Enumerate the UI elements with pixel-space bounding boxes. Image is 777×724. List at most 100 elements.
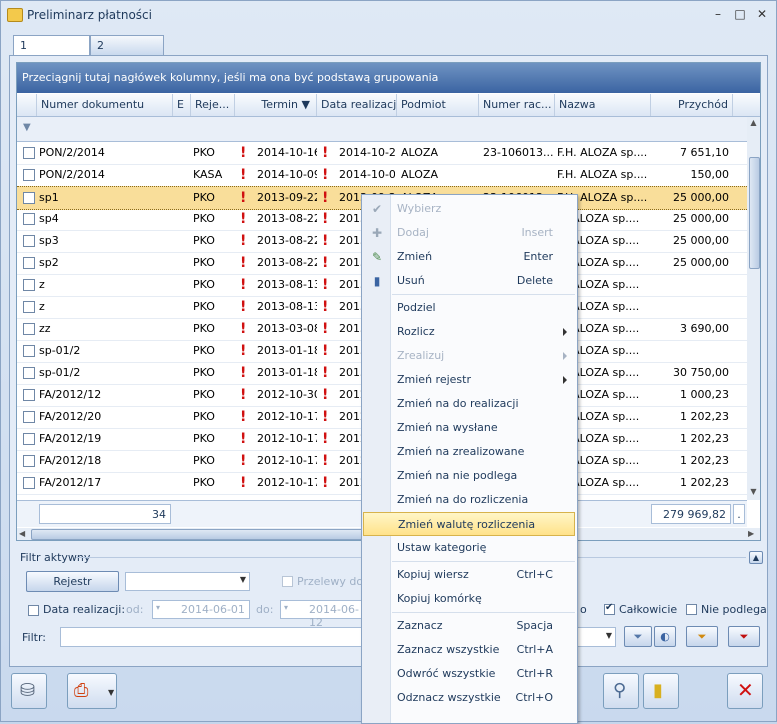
header-data-realizacji[interactable]: Data realizacji bbox=[317, 94, 397, 116]
menu-item-shortcut: Spacja bbox=[516, 619, 553, 632]
menu-item-zaznacz-wszystkie[interactable]: Zaznacz wszystkie Ctrl+A bbox=[363, 638, 575, 662]
do-date-field[interactable]: ▾ 2014-06-12 bbox=[280, 600, 370, 629]
rejestr-select[interactable]: ▼ bbox=[125, 572, 250, 591]
disk-tools-button[interactable]: ⛁ bbox=[11, 673, 47, 709]
menu-item-usuń[interactable]: ▮ Usuń Delete bbox=[363, 269, 575, 293]
row-checkbox[interactable] bbox=[23, 235, 35, 247]
row-checkbox[interactable] bbox=[23, 213, 35, 225]
app-icon bbox=[7, 8, 23, 22]
warning-icon: ! bbox=[322, 321, 329, 337]
maximize-button[interactable]: □ bbox=[730, 5, 750, 23]
menu-item-label: Zmień walutę rozliczenia bbox=[398, 518, 536, 531]
row-checkbox[interactable] bbox=[23, 147, 35, 159]
scroll-down-icon[interactable]: ▼ bbox=[748, 487, 759, 497]
header-numer-rachunku[interactable]: Numer rac... bbox=[479, 94, 555, 116]
table-row[interactable]: PON/2/2014 PKO 2014-10-16 2014-10-20 ALOZA 23… bbox=[17, 142, 747, 165]
menu-item-zaznacz[interactable]: Zaznacz Spacja bbox=[363, 614, 575, 638]
header-podmiot[interactable]: Podmiot bbox=[397, 94, 479, 116]
close-icon: ✕ bbox=[737, 678, 754, 702]
header-e[interactable]: E bbox=[173, 94, 191, 116]
menu-item-zmień-na-do-realizacji[interactable]: Zmień na do realizacji bbox=[363, 392, 575, 416]
menu-item-dodaj[interactable]: ✚ Dodaj Insert bbox=[363, 221, 575, 245]
row-checkbox[interactable] bbox=[23, 345, 35, 357]
menu-item-zrealizuj[interactable]: Zrealizuj bbox=[363, 344, 575, 368]
scroll-left-icon[interactable]: ◀ bbox=[19, 529, 25, 538]
context-menu: ✔ Wybierz ✚ Dodaj Insert ✎ Zmień Enter ▮ Usuń Dele… bbox=[361, 194, 578, 724]
row-checkbox[interactable] bbox=[23, 169, 35, 181]
menu-item-wybierz[interactable]: ✔ Wybierz bbox=[363, 197, 575, 221]
vertical-scrollbar[interactable]: ▲ ▼ bbox=[747, 117, 760, 500]
delete-button[interactable]: ▮ bbox=[643, 673, 679, 709]
close-window-button[interactable]: ✕ bbox=[752, 5, 772, 23]
row-checkbox[interactable] bbox=[23, 433, 35, 445]
cell-przychod: 25 000,00 bbox=[673, 191, 729, 204]
filter-apply-icon[interactable]: ⏷ bbox=[686, 626, 718, 647]
header-termin[interactable]: Termin ▼ bbox=[235, 94, 317, 116]
close-button[interactable]: ✕ bbox=[727, 673, 763, 709]
cell-podmiot: ALOZA bbox=[401, 168, 438, 181]
vertical-scroll-thumb[interactable] bbox=[749, 157, 760, 269]
menu-item-zmień-na-do-rozliczenia[interactable]: Zmień na do rozliczenia bbox=[363, 488, 575, 512]
header-nazwa[interactable]: Nazwa bbox=[555, 94, 651, 116]
menu-item-kopiuj-komórkę[interactable]: Kopiuj komórkę bbox=[363, 587, 575, 611]
cell-num: FA/2012/19 bbox=[39, 432, 102, 445]
data-realizacji-checkbox[interactable] bbox=[28, 605, 39, 616]
cell-przychod: 25 000,00 bbox=[673, 234, 729, 247]
menu-item-zmień-rejestr[interactable]: Zmień rejestr bbox=[363, 368, 575, 392]
row-checkbox[interactable] bbox=[23, 367, 35, 379]
rejestr-button[interactable]: Rejestr bbox=[26, 571, 119, 592]
calkowicie-checkbox[interactable]: ✔ bbox=[604, 602, 615, 615]
menu-item-zmień-walutę-rozliczenia[interactable]: Zmień walutę rozliczenia bbox=[363, 512, 575, 536]
check-icon: ✔ bbox=[371, 202, 383, 216]
row-checkbox[interactable] bbox=[23, 323, 35, 335]
minimize-button[interactable]: – bbox=[708, 5, 728, 23]
table-row[interactable]: PON/2/2014 KASA 2014-10-09 2014-10-09 ALOZA F… bbox=[17, 164, 747, 187]
tab-kalendarz[interactable]: 2 Kalendarz bbox=[90, 35, 164, 71]
menu-item-kopiuj-wiersz[interactable]: Kopiuj wiersz Ctrl+C bbox=[363, 563, 575, 587]
menu-item-podziel[interactable]: Podziel bbox=[363, 296, 575, 320]
menu-item-ustaw-kategorię[interactable]: Ustaw kategorię bbox=[363, 536, 575, 560]
scroll-right-icon[interactable]: ▶ bbox=[748, 529, 754, 538]
menu-item-zmień-na-zrealizowane[interactable]: Zmień na zrealizowane bbox=[363, 440, 575, 464]
menu-item-rozlicz[interactable]: Rozlicz bbox=[363, 320, 575, 344]
menu-item-zmień[interactable]: ✎ Zmień Enter bbox=[363, 245, 575, 269]
row-checkbox[interactable] bbox=[23, 192, 35, 204]
od-date-field[interactable]: ▾ 2014-06-01 bbox=[152, 600, 250, 619]
header-przychod[interactable]: Przychód bbox=[651, 94, 733, 116]
cell-termin: 2013-08-13 bbox=[257, 300, 317, 313]
menu-item-label: Zmień rejestr bbox=[397, 373, 471, 386]
row-checkbox[interactable] bbox=[23, 279, 35, 291]
cell-num: FA/2012/12 bbox=[39, 388, 102, 401]
row-checkbox[interactable] bbox=[23, 389, 35, 401]
tab-preliminarz[interactable]: 1 Preliminarz bbox=[13, 35, 90, 71]
row-checkbox[interactable] bbox=[23, 477, 35, 489]
scroll-up-icon[interactable]: ▲ bbox=[748, 118, 759, 128]
collapse-filter-icon[interactable]: ▲ bbox=[749, 551, 763, 564]
row-checkbox[interactable] bbox=[23, 455, 35, 467]
group-by-area[interactable]: Przeciągnij tutaj nagłówek kolumny, jeśl… bbox=[17, 63, 760, 93]
przelewy-checkbox[interactable] bbox=[282, 576, 293, 587]
header-rejestr[interactable]: Reje... bbox=[191, 94, 235, 116]
grid-filter-row[interactable]: ▼ bbox=[17, 117, 760, 142]
nie-podlega-checkbox[interactable] bbox=[686, 604, 697, 615]
header-select bbox=[17, 94, 37, 116]
title-bar: Preliminarz płatności – □ ✕ bbox=[1, 1, 776, 29]
filter-icon[interactable]: ⏷ bbox=[624, 626, 652, 647]
filter-clear-icon[interactable]: ⏷ bbox=[728, 626, 760, 647]
cell-num: sp4 bbox=[39, 212, 59, 225]
row-checkbox[interactable] bbox=[23, 411, 35, 423]
row-checkbox[interactable] bbox=[23, 301, 35, 313]
menu-item-odznacz-wszystkie[interactable]: Odznacz wszystkie Ctrl+O bbox=[363, 686, 575, 710]
warning-icon: ! bbox=[240, 233, 247, 249]
edit-button[interactable]: ⚲ bbox=[603, 673, 639, 709]
row-checkbox[interactable] bbox=[23, 257, 35, 269]
menu-item-zmień-na-wysłane[interactable]: Zmień na wysłane bbox=[363, 416, 575, 440]
filter-settings-icon[interactable]: ◐ bbox=[654, 626, 676, 647]
menu-item-zmień-na-nie-podlega[interactable]: Zmień na nie podlega bbox=[363, 464, 575, 488]
cell-termin: 2014-10-09 bbox=[257, 168, 317, 181]
header-numer-dokumentu[interactable]: Numer dokumentu bbox=[37, 94, 173, 116]
od-label: od: bbox=[126, 603, 144, 616]
menu-item-odwróć-wszystkie[interactable]: Odwróć wszystkie Ctrl+R bbox=[363, 662, 575, 686]
print-button[interactable]: ⎙ ▼ bbox=[67, 673, 117, 709]
cell-termin: 2013-08-13 bbox=[257, 278, 317, 291]
